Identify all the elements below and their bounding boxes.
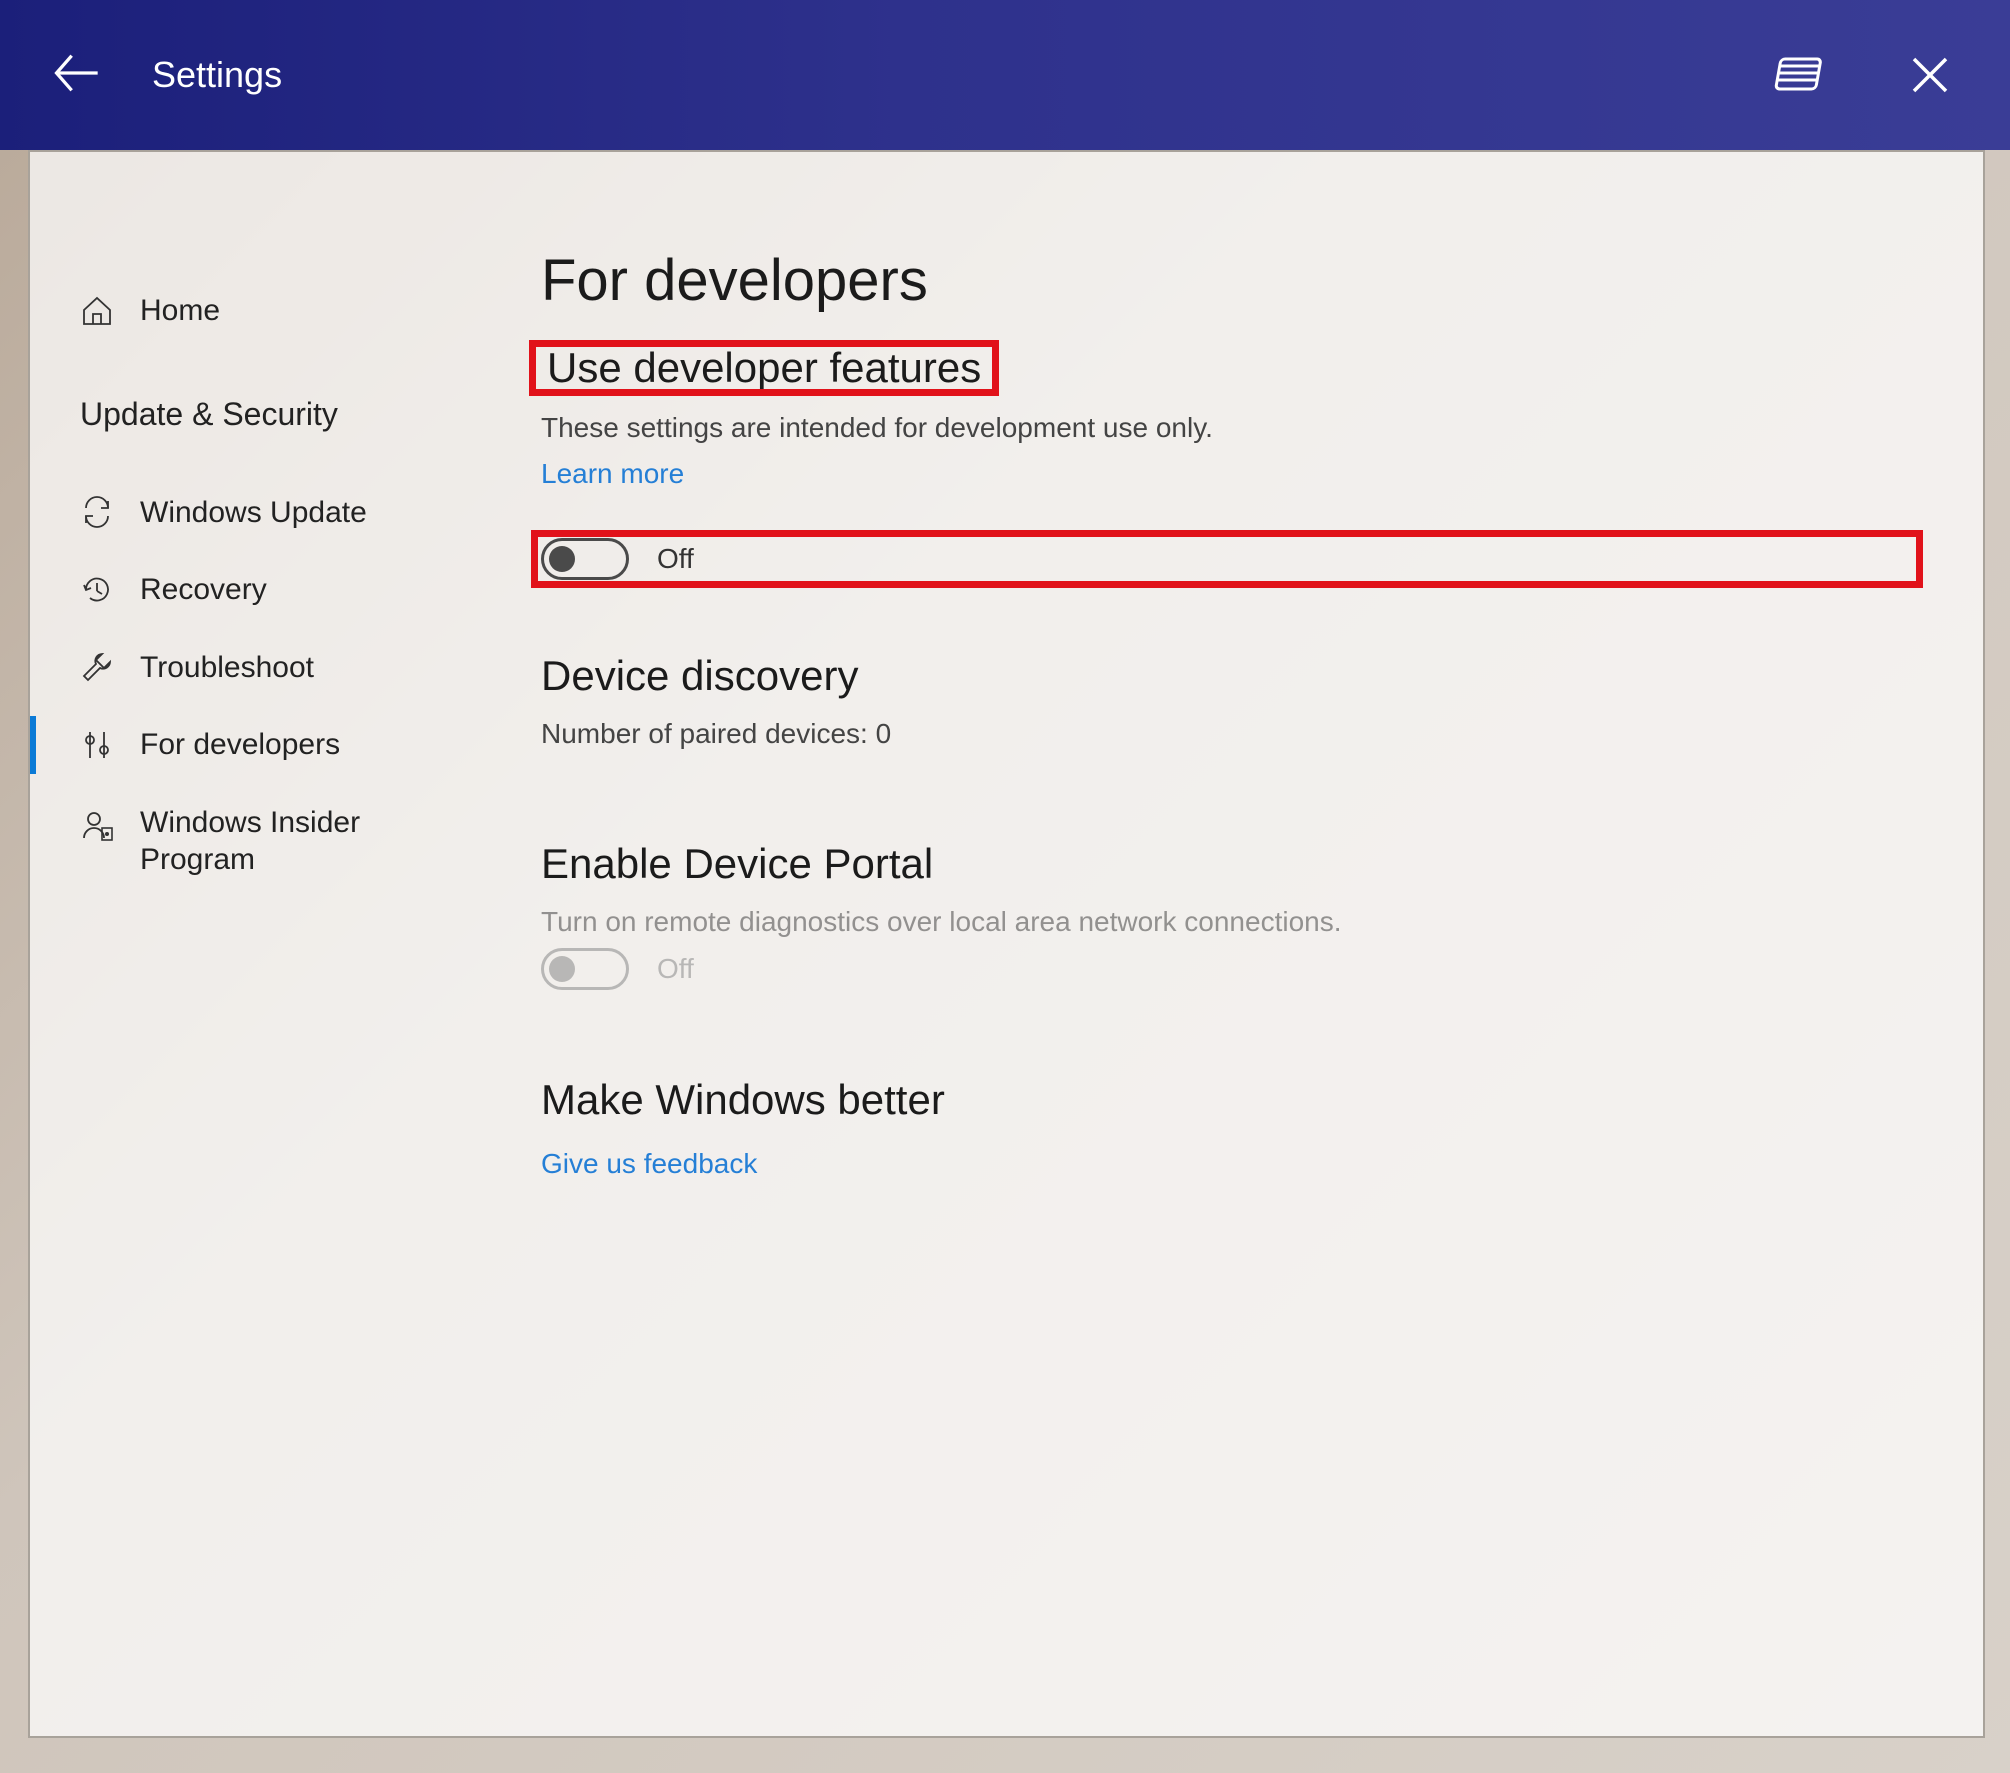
toggle-knob <box>549 546 575 572</box>
page-title: For developers <box>541 247 1913 314</box>
sidebar-item-label: For developers <box>140 726 340 764</box>
sidebar: Home Update & Security Windows Update <box>30 152 483 1736</box>
tablet-mode-button[interactable] <box>1760 35 1840 115</box>
sidebar-item-label: Windows Update <box>140 494 367 532</box>
sliders-icon <box>80 728 114 762</box>
app-title: Settings <box>152 54 282 96</box>
developer-features-toggle[interactable] <box>541 538 629 580</box>
toggle-state-label: Off <box>657 953 694 985</box>
sidebar-item-label: Home <box>140 292 220 330</box>
person-badge-icon <box>80 808 114 842</box>
back-button[interactable] <box>50 47 102 104</box>
sidebar-item-recovery[interactable]: Recovery <box>30 551 483 629</box>
paired-devices-count: Number of paired devices: 0 <box>541 718 1913 750</box>
section-make-windows-better: Make Windows better <box>541 1076 1913 1124</box>
tablet-mode-icon <box>1772 53 1828 97</box>
close-button[interactable] <box>1890 35 1970 115</box>
sidebar-item-label: Recovery <box>140 571 267 609</box>
sidebar-item-insider[interactable]: Windows Insider Program <box>30 784 483 899</box>
sidebar-item-for-developers[interactable]: For developers <box>30 706 483 784</box>
section-device-portal: Enable Device Portal <box>541 840 1913 888</box>
wrench-icon <box>80 650 114 684</box>
toggle-knob <box>549 956 575 982</box>
device-portal-toggle <box>541 948 629 990</box>
sidebar-category-label: Update & Security <box>80 394 338 434</box>
titlebar: Settings <box>0 0 2010 150</box>
sidebar-item-home[interactable]: Home <box>30 272 483 350</box>
sidebar-item-label: Windows Insider Program <box>140 804 360 879</box>
settings-window: Home Update & Security Windows Update <box>28 150 1985 1738</box>
sync-icon <box>80 495 114 529</box>
toggle-state-label: Off <box>657 543 694 575</box>
device-portal-description: Turn on remote diagnostics over local ar… <box>541 906 1913 938</box>
sidebar-item-windows-update[interactable]: Windows Update <box>30 474 483 552</box>
close-icon <box>1908 53 1952 97</box>
sidebar-item-troubleshoot[interactable]: Troubleshoot <box>30 629 483 707</box>
sidebar-item-label: Troubleshoot <box>140 649 314 687</box>
sidebar-category: Update & Security <box>30 374 483 454</box>
section-use-developer-features: Use developer features <box>541 342 987 394</box>
main-content: For developers Use developer features Th… <box>483 152 1983 1736</box>
give-feedback-link[interactable]: Give us feedback <box>541 1148 757 1180</box>
dev-features-description: These settings are intended for developm… <box>541 412 1913 444</box>
arrow-left-icon <box>50 47 102 99</box>
home-icon <box>80 294 114 328</box>
history-icon <box>80 573 114 607</box>
learn-more-link[interactable]: Learn more <box>541 458 684 490</box>
section-device-discovery: Device discovery <box>541 652 1913 700</box>
